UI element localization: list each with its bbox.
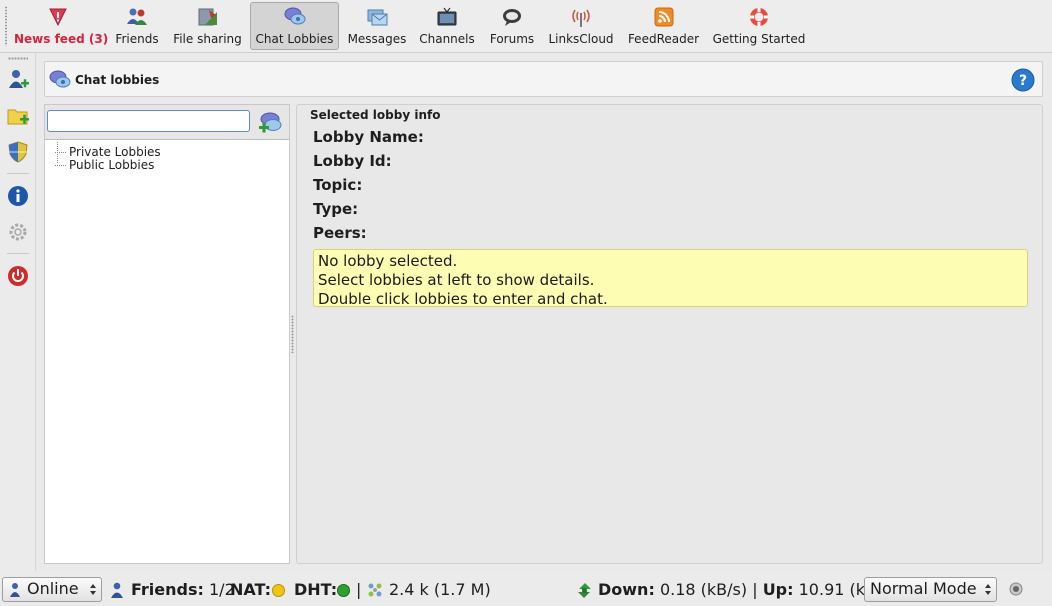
tab-chat-lobbies-label: Chat Lobbies xyxy=(255,32,334,46)
tab-friends-label: Friends xyxy=(115,32,159,46)
page-header: Chat lobbies ? xyxy=(44,61,1043,97)
add-friend-icon[interactable] xyxy=(6,67,30,91)
operating-mode-select[interactable]: Normal Mode xyxy=(864,577,997,602)
dht-status-indicator xyxy=(337,584,350,597)
side-toolbar xyxy=(0,53,36,571)
sound-toggle-icon[interactable] xyxy=(1009,582,1023,596)
news-feed-icon xyxy=(49,8,67,27)
create-lobby-icon[interactable] xyxy=(257,110,283,136)
transfer-rate-icon xyxy=(578,583,591,598)
tab-news-feed[interactable]: News feed (3) xyxy=(13,2,109,50)
lobby-search-input[interactable] xyxy=(47,110,250,132)
file-sharing-icon xyxy=(198,8,217,26)
lobby-peers-label: Peers: xyxy=(313,224,367,242)
online-status-select[interactable]: Online xyxy=(2,577,102,602)
dht-status-label: DHT: xyxy=(294,580,338,599)
svg-text:?: ? xyxy=(1019,73,1027,89)
notice-line: Double click lobbies to enter and chat. xyxy=(318,290,608,308)
tab-file-sharing-label: File sharing xyxy=(173,32,242,46)
dht-peers-value: 2.4 k (1.7 M) xyxy=(389,580,491,599)
tab-file-sharing[interactable]: File sharing xyxy=(170,2,245,50)
download-label: Down: xyxy=(598,580,655,599)
lobby-topic-label: Topic: xyxy=(313,176,363,194)
info-icon[interactable] xyxy=(6,184,30,208)
notice-line: Select lobbies at left to show details. xyxy=(318,271,595,289)
chat-lobbies-icon xyxy=(49,70,71,88)
nat-status-label: NAT: xyxy=(230,580,271,599)
tree-connector xyxy=(55,152,66,153)
page-title: Chat lobbies xyxy=(75,73,160,87)
tab-forums[interactable]: Forums xyxy=(485,2,539,50)
add-share-icon[interactable] xyxy=(6,104,30,128)
forums-icon xyxy=(503,9,521,26)
lobby-info-title: Selected lobby info xyxy=(310,108,441,122)
nat-status-indicator xyxy=(272,584,285,597)
tab-channels-label: Channels xyxy=(419,32,475,46)
dht-peers-icon xyxy=(368,583,382,597)
status-separator: | xyxy=(356,580,362,599)
side-separator xyxy=(7,173,29,174)
lobby-type-label: Type: xyxy=(313,200,359,218)
messages-icon xyxy=(367,9,388,26)
select-arrows-icon xyxy=(90,584,96,595)
tree-item-label: Private Lobbies xyxy=(69,145,161,159)
help-icon[interactable]: ? xyxy=(1011,68,1035,92)
side-separator xyxy=(7,253,29,254)
tab-messages-label: Messages xyxy=(347,32,407,46)
friends-icon xyxy=(127,8,147,25)
lobby-list-panel: Private Lobbies Public Lobbies xyxy=(44,104,290,564)
tree-connector xyxy=(55,165,66,166)
lobby-tree: Private Lobbies Public Lobbies xyxy=(45,139,289,563)
main-toolbar: News feed (3) Friends File sharing Chat … xyxy=(0,0,1052,53)
feed-reader-icon xyxy=(654,7,673,27)
security-shield-icon[interactable] xyxy=(6,140,30,164)
status-bar: Online Friends: 1/2 NAT: DHT: | 2.4 k (1… xyxy=(0,573,1052,606)
lobby-info-panel: Selected lobby info Lobby Name: Lobby Id… xyxy=(296,104,1043,564)
friends-count: Friends: 1/2 xyxy=(131,581,235,599)
panel-splitter[interactable] xyxy=(291,315,294,353)
channels-icon xyxy=(437,7,457,26)
tab-getting-started-label: Getting Started xyxy=(712,32,806,46)
operating-mode-value: Normal Mode xyxy=(870,579,977,598)
tree-item-public-lobbies[interactable]: Public Lobbies xyxy=(55,159,154,172)
tab-feed-reader[interactable]: FeedReader xyxy=(624,2,703,50)
tab-links-cloud[interactable]: LinksCloud xyxy=(546,2,616,50)
tab-forums-label: Forums xyxy=(489,32,535,46)
no-lobby-notice: No lobby selected. Select lobbies at lef… xyxy=(313,249,1028,308)
toolbar-grip[interactable] xyxy=(4,6,8,46)
upload-label: Up: xyxy=(762,580,794,599)
user-status-icon xyxy=(10,583,20,597)
tab-feed-reader-label: FeedReader xyxy=(627,32,700,46)
links-cloud-icon xyxy=(572,9,590,27)
tab-messages[interactable]: Messages xyxy=(345,2,409,50)
notice-line: No lobby selected. xyxy=(318,252,458,270)
select-arrows-icon xyxy=(985,584,991,595)
tab-news-feed-label: News feed (3) xyxy=(14,32,109,46)
quit-power-icon[interactable] xyxy=(6,264,30,288)
tab-channels[interactable]: Channels xyxy=(417,2,477,50)
getting-started-icon xyxy=(750,8,768,26)
tab-friends[interactable]: Friends xyxy=(110,2,164,50)
online-status-value: Online xyxy=(27,579,79,598)
chat-lobbies-icon xyxy=(284,7,305,25)
download-value: 0.18 (kB/s) xyxy=(659,580,748,599)
settings-gear-icon[interactable] xyxy=(6,220,30,244)
nat-status: NAT: xyxy=(230,581,271,599)
tab-getting-started[interactable]: Getting Started xyxy=(711,2,807,50)
tab-links-cloud-label: LinksCloud xyxy=(548,32,614,46)
friends-count-label: Friends: xyxy=(131,580,204,599)
tab-chat-lobbies[interactable]: Chat Lobbies xyxy=(250,2,339,50)
side-toolbar-grip[interactable] xyxy=(8,57,28,60)
rate-separator: | xyxy=(752,580,758,599)
lobby-id-label: Lobby Id: xyxy=(313,152,392,170)
transfer-rates: Down: 0.18 (kB/s) | Up: 10.91 (kB/s) xyxy=(598,581,896,599)
lobby-name-label: Lobby Name: xyxy=(313,128,424,146)
dht-status: DHT: xyxy=(294,581,337,599)
friends-status-icon xyxy=(111,582,123,598)
tree-item-label: Public Lobbies xyxy=(69,158,155,172)
